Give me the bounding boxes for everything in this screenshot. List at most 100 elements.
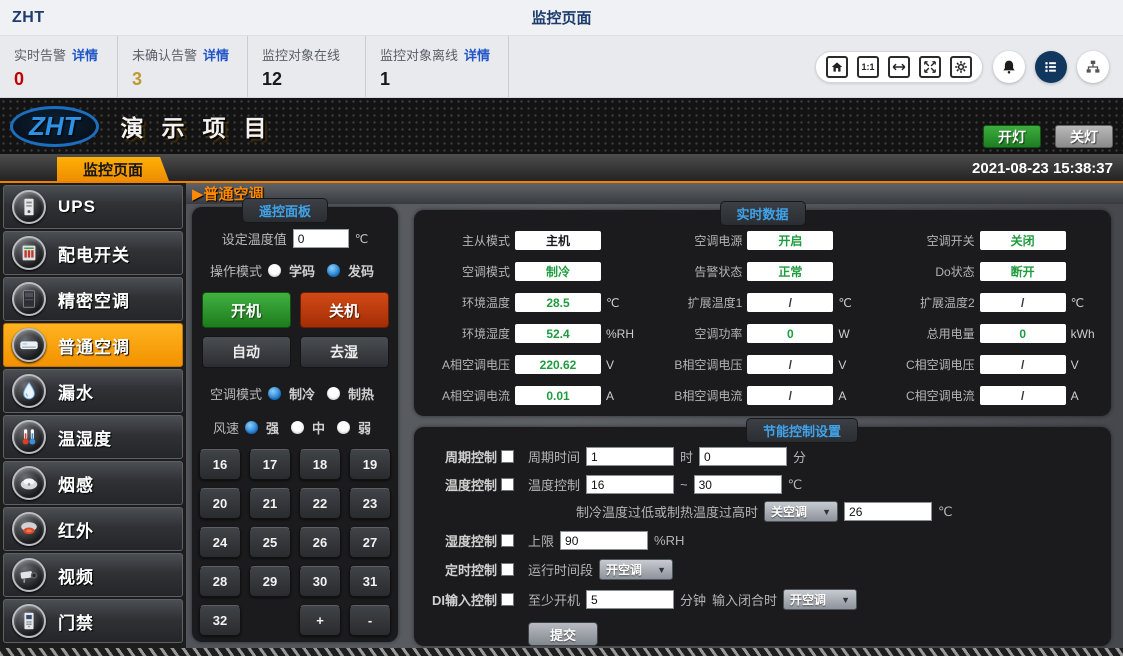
- radio-heating[interactable]: [327, 387, 340, 400]
- ac-unit-icon: [12, 328, 46, 362]
- sidebar-item-breaker[interactable]: 配电开关: [3, 231, 183, 275]
- cycle-control-label: 周期控制: [445, 447, 497, 466]
- sidebar-item-ups[interactable]: UPS: [3, 185, 183, 229]
- detail-link[interactable]: 详情: [203, 48, 229, 63]
- light-on-button[interactable]: 开灯: [983, 125, 1041, 148]
- keypad-button[interactable]: 16: [199, 449, 241, 480]
- value-box: /: [747, 386, 833, 405]
- di-input-control-row: DI输入控制 至少开机 分钟 输入闭合时 开空调▼: [414, 589, 1111, 610]
- minute-unit: 分: [793, 447, 806, 466]
- submit-button[interactable]: 提交: [528, 622, 598, 646]
- value-box: 0.01: [515, 386, 601, 405]
- tab-energy-settings[interactable]: 节能控制设置: [746, 418, 858, 443]
- set-temp-input[interactable]: [293, 229, 349, 248]
- keypad-button[interactable]: 22: [299, 488, 341, 519]
- topology-icon[interactable]: [1077, 51, 1109, 83]
- timer-control-checkbox[interactable]: [501, 563, 514, 576]
- keypad-button[interactable]: 30: [299, 566, 341, 597]
- value-box: 0: [980, 324, 1066, 343]
- sidebar-item-temp-humidity[interactable]: 温湿度: [3, 415, 183, 459]
- stat-realtime-alarm: 实时告警详情 0: [0, 36, 118, 97]
- cycle-control-checkbox[interactable]: [501, 450, 514, 463]
- light-off-button[interactable]: 关灯: [1055, 125, 1113, 148]
- op-mode-label: 操作模式: [210, 261, 262, 280]
- fullscreen-icon[interactable]: [919, 56, 941, 78]
- radio-fan-weak[interactable]: [337, 421, 350, 434]
- settings-icon[interactable]: [950, 56, 972, 78]
- value-box: 断开: [980, 262, 1066, 281]
- keypad-button[interactable]: 17: [249, 449, 291, 480]
- di-control-checkbox[interactable]: [501, 593, 514, 606]
- value-box: 220.62: [515, 355, 601, 374]
- keypad-button[interactable]: 26: [299, 527, 341, 558]
- radio-cooling[interactable]: [268, 387, 281, 400]
- sidebar-item-ac[interactable]: 普通空调: [3, 323, 183, 367]
- sidebar-item-infrared[interactable]: 红外: [3, 507, 183, 551]
- sidebar-item-smoke[interactable]: 烟感: [3, 461, 183, 505]
- one-to-one-icon[interactable]: 1:1: [857, 56, 879, 78]
- radio-send-code[interactable]: [327, 264, 340, 277]
- temp-low-input[interactable]: [586, 475, 674, 494]
- run-period-dropdown[interactable]: 开空调▼: [599, 559, 673, 580]
- value-box: 52.4: [515, 324, 601, 343]
- dehumidify-button[interactable]: 去湿: [300, 336, 389, 368]
- realtime-row: 环境湿度52.4%RH: [414, 318, 646, 349]
- keypad-button[interactable]: 29: [249, 566, 291, 597]
- sidebar-item-water-leak[interactable]: 漏水: [3, 369, 183, 413]
- tab-realtime-data[interactable]: 实时数据: [719, 201, 805, 226]
- radio-learn-code[interactable]: [268, 264, 281, 277]
- keypad-button[interactable]: 21: [249, 488, 291, 519]
- home-icon[interactable]: [826, 56, 848, 78]
- overrun-temp-input[interactable]: [844, 502, 932, 521]
- keypad-minus-button[interactable]: -: [349, 605, 391, 636]
- keypad-button[interactable]: 23: [349, 488, 391, 519]
- fit-width-icon[interactable]: [888, 56, 910, 78]
- keypad-plus-button[interactable]: +: [299, 605, 341, 636]
- humidity-limit-input[interactable]: [560, 531, 648, 550]
- keypad-button[interactable]: 31: [349, 566, 391, 597]
- keypad-button[interactable]: 28: [199, 566, 241, 597]
- realtime-data-panel: 实时数据 主从模式主机 空调模式制冷 环境温度28.5℃ 环境湿度52.4%RH…: [414, 210, 1111, 416]
- auto-button[interactable]: 自动: [202, 336, 291, 368]
- min-runtime-input[interactable]: [586, 590, 674, 609]
- keypad-button[interactable]: 25: [249, 527, 291, 558]
- realtime-row: 空调电源开启: [646, 225, 878, 256]
- temp-control-label: 温度控制: [445, 475, 497, 494]
- keypad-button[interactable]: 32: [199, 605, 241, 636]
- remote-control-panel: 遥控面板 设定温度值 ℃ 操作模式 学码 发码 开机 关机 自动 去湿: [192, 207, 398, 642]
- stat-value: 0: [14, 69, 99, 90]
- realtime-row: C相空调电压/V: [879, 349, 1111, 380]
- keypad-button[interactable]: 27: [349, 527, 391, 558]
- temp-overrun-action-dropdown[interactable]: 关空调▼: [764, 501, 838, 522]
- tab-remote-panel[interactable]: 遥控面板: [242, 198, 328, 223]
- cycle-time-label: 周期时间: [528, 447, 580, 466]
- keypad-button[interactable]: 19: [349, 449, 391, 480]
- power-off-button[interactable]: 关机: [300, 292, 389, 328]
- radio-fan-medium[interactable]: [291, 421, 304, 434]
- input-closed-dropdown[interactable]: 开空调▼: [783, 589, 857, 610]
- power-on-button[interactable]: 开机: [202, 292, 291, 328]
- banner: ZHT 演示项目 开灯 关灯: [0, 98, 1123, 154]
- stat-value: 1: [380, 69, 490, 90]
- alarm-list-icon[interactable]: [1035, 51, 1067, 83]
- radio-fan-strong[interactable]: [245, 421, 258, 434]
- sidebar-item-door-access[interactable]: 门禁: [3, 599, 183, 643]
- cycle-hour-input[interactable]: [586, 447, 674, 466]
- temp-high-input[interactable]: [694, 475, 782, 494]
- detail-link[interactable]: 详情: [72, 48, 98, 63]
- bell-icon[interactable]: [993, 51, 1025, 83]
- breaker-icon: [12, 236, 46, 270]
- realtime-row: 扩展温度2/℃: [879, 287, 1111, 318]
- project-title: 演示项目: [121, 109, 285, 143]
- cycle-minute-input[interactable]: [699, 447, 787, 466]
- sidebar-item-video[interactable]: 视频: [3, 553, 183, 597]
- humidity-control-checkbox[interactable]: [501, 534, 514, 547]
- detail-link[interactable]: 详情: [464, 48, 490, 63]
- tab-monitor-page[interactable]: 监控页面: [57, 157, 169, 181]
- sidebar-item-precision-ac[interactable]: 精密空调: [3, 277, 183, 321]
- keypad-button[interactable]: 20: [199, 488, 241, 519]
- keypad-button[interactable]: 24: [199, 527, 241, 558]
- keypad-button[interactable]: 18: [299, 449, 341, 480]
- toolbar: 1:1: [815, 36, 1123, 97]
- temp-control-checkbox[interactable]: [501, 478, 514, 491]
